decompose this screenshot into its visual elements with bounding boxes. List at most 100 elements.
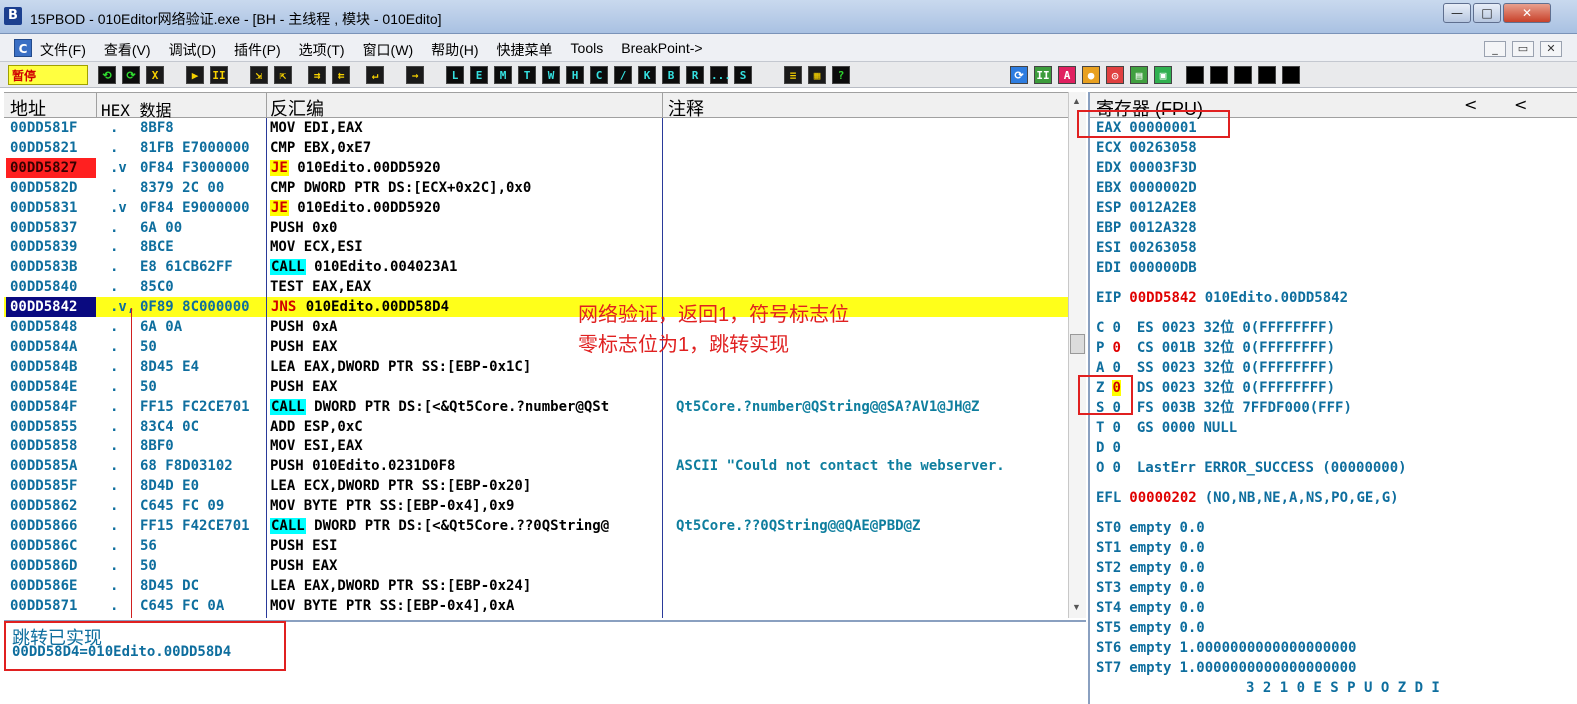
register-row[interactable]: EBX 0000002D	[1096, 178, 1197, 198]
plugin-tool-icon[interactable]: II	[1034, 66, 1052, 84]
eip-row[interactable]: EIP 00DD5842 010Edito.00DD5842	[1096, 288, 1348, 308]
disasm-row[interactable]: 00DD5858. 8BF0 MOV ESI,EAX	[4, 436, 1068, 456]
source-window-icon[interactable]: S	[734, 66, 752, 84]
handles-window-icon[interactable]: H	[566, 66, 584, 84]
cpu-window-icon[interactable]: C	[14, 39, 32, 57]
mdi-close-button[interactable]: ✕	[1540, 41, 1562, 57]
scroll-down-arrow-icon[interactable]: ▼	[1072, 602, 1081, 612]
disasm-row[interactable]: 00DD585A. 68 F8D03102 PUSH 010Edito.0231D0…	[4, 456, 1068, 476]
minimize-button[interactable]: —	[1443, 3, 1471, 23]
modules-window-icon[interactable]: E	[470, 66, 488, 84]
disasm-row[interactable]: 00DD586D. 50 PUSH EAX	[4, 556, 1068, 576]
disasm-row[interactable]: 00DD581F. 8BF8 MOV EDI,EAX	[4, 118, 1068, 138]
disasm-row[interactable]: 00DD5837. 6A 00 PUSH 0x0	[4, 218, 1068, 238]
flag-row[interactable]: T 0 GS 0000 NULL	[1096, 418, 1245, 438]
efl-row[interactable]: EFL 00000202 (NO,NB,NE,A,NS,PO,GE,G)	[1096, 488, 1399, 508]
goto-icon[interactable]: →	[406, 66, 424, 84]
execute-till-return-icon[interactable]: ↵	[366, 66, 384, 84]
run-icon[interactable]: ▶	[186, 66, 204, 84]
disasm-row[interactable]: 00DD5862. C645 FC 09 MOV BYTE PTR SS:[EBP-…	[4, 496, 1068, 516]
patches-window-icon[interactable]: /	[614, 66, 632, 84]
restart-icon[interactable]: ⟲	[98, 66, 116, 84]
disasm-row[interactable]: 00DD5848. 6A 0A PUSH 0xA	[4, 317, 1068, 337]
step-into-icon[interactable]: ⇲	[250, 66, 268, 84]
column-divider[interactable]	[662, 93, 663, 119]
refresh-icon[interactable]: ⟳	[1010, 66, 1028, 84]
menu-options[interactable]: 选项(T)	[299, 40, 345, 60]
fpu-row[interactable]: ST2 empty 0.0	[1096, 558, 1205, 578]
record-icon[interactable]: ●	[1082, 66, 1100, 84]
disasm-row[interactable]: 00DD5821. 81FB E7000000 CMP EBX,0xE7	[4, 138, 1068, 158]
grid-icon[interactable]: ▦	[808, 66, 826, 84]
fpu-row[interactable]: ST3 empty 0.0	[1096, 578, 1205, 598]
references-window-icon[interactable]: R	[686, 66, 704, 84]
register-row[interactable]: EDX 00003F3D	[1096, 158, 1197, 178]
flag-row[interactable]: C 0 ES 0023 32位 0(FFFFFFFF)	[1096, 318, 1335, 338]
disasm-row[interactable]: 00DD583B. E8 61CB62FF CALL 010Edito.004023…	[4, 257, 1068, 277]
fpu-row[interactable]: ST7 empty 1.0000000000000000000	[1096, 658, 1356, 678]
rewind-icon[interactable]: ⟳	[122, 66, 140, 84]
fpu-row[interactable]: ST0 empty 0.0	[1096, 518, 1205, 538]
run-trace-icon[interactable]: ...	[710, 66, 731, 84]
flag-row[interactable]: P 0 CS 001B 32位 0(FFFFFFFF)	[1096, 338, 1335, 358]
menu-plugins[interactable]: 插件(P)	[234, 40, 281, 60]
target-icon[interactable]: ◎	[1106, 66, 1124, 84]
step-over-icon[interactable]: ⇱	[274, 66, 292, 84]
disassembly-pane[interactable]: 00DD581F. 8BF8 MOV EDI,EAX 00DD5821. 81FB E7…	[4, 118, 1068, 618]
menu-tools[interactable]: Tools	[571, 40, 604, 60]
flag-row[interactable]: S 0 FS 003B 32位 7FFDF000(FFF)	[1096, 398, 1352, 418]
register-row[interactable]: EDI 000000DB	[1096, 258, 1197, 278]
disasm-row[interactable]: 00DD5827 .v 0F84 F3000000 JE 010Edito.00DD5…	[4, 158, 1068, 178]
lasterr-row[interactable]: O 0 LastErr ERROR_SUCCESS (00000000)	[1096, 458, 1407, 478]
flag-row[interactable]: D0	[1096, 438, 1161, 458]
fpu-row[interactable]: ST6 empty 1.0000000000000000000	[1096, 638, 1356, 658]
windows-window-icon[interactable]: W	[542, 66, 560, 84]
disasm-row[interactable]: 00DD584A. 50 PUSH EAX	[4, 337, 1068, 357]
close-button[interactable]: ✕	[1503, 3, 1551, 23]
register-row[interactable]: EBP 0012A328	[1096, 218, 1197, 238]
menu-breakpoint[interactable]: BreakPoint->	[621, 40, 702, 60]
register-row[interactable]: ESP 0012A2E8	[1096, 198, 1197, 218]
memory-window-icon[interactable]: M	[494, 66, 512, 84]
menu-file[interactable]: 文件(F)	[40, 40, 86, 60]
breakpoints-window-icon[interactable]: B	[662, 66, 680, 84]
fpu-bits-row[interactable]: 3 2 1 0 E S P U O Z D I	[1096, 678, 1440, 698]
plugin-monitor-icon[interactable]: ▣	[1154, 66, 1172, 84]
help-icon[interactable]: ?	[832, 66, 850, 84]
cpu-window-toolbar-icon[interactable]: C	[590, 66, 608, 84]
mdi-restore-button[interactable]: ▭	[1512, 41, 1534, 57]
scroll-up-arrow-icon[interactable]: ▲	[1072, 96, 1081, 106]
fpu-row[interactable]: ST1 empty 0.0	[1096, 538, 1205, 558]
plugin-grid-icon[interactable]: ▤	[1130, 66, 1148, 84]
chevron-left-icon[interactable]: <	[1514, 95, 1527, 114]
fpu-row[interactable]: ST5 empty 0.0	[1096, 618, 1205, 638]
threads-window-icon[interactable]: T	[518, 66, 536, 84]
disasm-row[interactable]: 00DD585F. 8D4D E0 LEA ECX,DWORD PTR SS:[EB…	[4, 476, 1068, 496]
close-program-icon[interactable]: X	[146, 66, 164, 84]
disasm-row[interactable]: 00DD584F. FF15 FC2CE701 CALL DWORD PTR DS:…	[4, 397, 1068, 417]
disasm-row[interactable]: 00DD5839. 8BCE MOV ECX,ESI	[4, 237, 1068, 257]
mdi-minimize-button[interactable]: _	[1484, 41, 1506, 57]
disasm-row[interactable]: 00DD584E. 50 PUSH EAX	[4, 377, 1068, 397]
register-row[interactable]: ESI 00263058	[1096, 238, 1197, 258]
disasm-row[interactable]: 00DD5831 .v 0F84 E9000000 JE 010Edito.00DD5…	[4, 198, 1068, 218]
column-divider[interactable]	[266, 93, 267, 119]
plugin-a-icon[interactable]: A	[1058, 66, 1076, 84]
maximize-button[interactable]: □	[1473, 3, 1501, 23]
menu-shortcut[interactable]: 快捷菜单	[497, 40, 553, 60]
disasm-row[interactable]: 00DD582D. 8379 2C 00 CMP DWORD PTR DS:[ECX…	[4, 178, 1068, 198]
menu-view[interactable]: 查看(V)	[104, 40, 151, 60]
disasm-row[interactable]: 00DD584B. 8D45 E4 LEA EAX,DWORD PTR SS:[EB…	[4, 357, 1068, 377]
menu-debug[interactable]: 调试(D)	[169, 40, 216, 60]
chevron-left-icon[interactable]: <	[1464, 95, 1477, 114]
disasm-scrollbar[interactable]: ▲ ▼	[1068, 92, 1086, 618]
fpu-row[interactable]: ST4 empty 0.0	[1096, 598, 1205, 618]
call-stack-icon[interactable]: K	[638, 66, 656, 84]
log-window-icon[interactable]: L	[446, 66, 464, 84]
disasm-row[interactable]: 00DD5871. C645 FC 0A MOV BYTE PTR SS:[EBP-…	[4, 596, 1068, 616]
menu-window[interactable]: 窗口(W)	[363, 40, 414, 60]
trace-over-icon[interactable]: ⇇	[332, 66, 350, 84]
pause-icon[interactable]: II	[210, 66, 228, 84]
scrollbar-thumb[interactable]	[1070, 334, 1085, 354]
menu-help[interactable]: 帮助(H)	[431, 40, 478, 60]
